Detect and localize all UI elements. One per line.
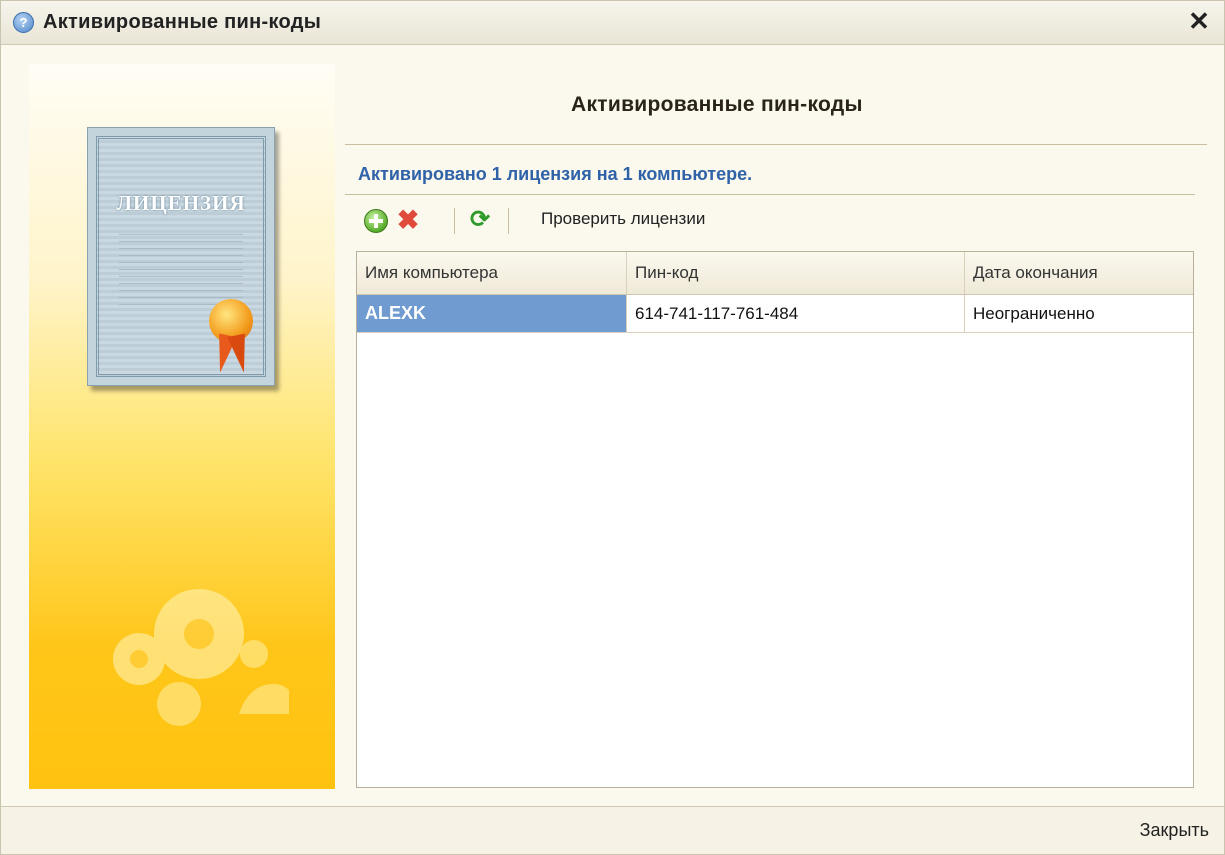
toolbar-separator: [508, 208, 509, 234]
license-certificate-image: ЛИЦЕНЗИЯ: [87, 127, 275, 386]
help-icon[interactable]: ?: [13, 12, 34, 33]
ribbon-right: [227, 333, 253, 375]
cell-computer-name[interactable]: ALEXK: [357, 295, 627, 332]
column-header-pin[interactable]: Пин-код: [627, 252, 965, 294]
add-icon[interactable]: [362, 206, 390, 234]
close-button[interactable]: Закрыть: [1140, 820, 1209, 841]
table-header: Имя компьютера Пин-код Дата окончания: [357, 252, 1193, 295]
cell-expiry-date[interactable]: Неограниченно: [965, 295, 1193, 332]
refresh-icon[interactable]: ⟳: [466, 206, 494, 234]
add-circle: [364, 209, 388, 233]
toolbar: ✖ ⟳ Проверить лицензии: [358, 204, 838, 238]
divider: [345, 144, 1207, 145]
check-licenses-button[interactable]: Проверить лицензии: [541, 209, 705, 229]
gears-illustration: [113, 589, 289, 726]
column-header-computer[interactable]: Имя компьютера: [357, 252, 627, 294]
status-message: Активировано 1 лицензия на 1 компьютере.: [358, 164, 753, 184]
close-icon[interactable]: ✕: [1184, 6, 1214, 36]
certificate-title: ЛИЦЕНЗИЯ: [116, 191, 246, 215]
cell-pin-code[interactable]: 614-741-117-761-484: [627, 295, 965, 332]
footer-bar: Закрыть: [1, 807, 1224, 854]
title-bar: ? Активированные пин-коды ✕: [1, 1, 1224, 45]
delete-icon[interactable]: ✖: [394, 206, 422, 234]
certificate-frame: ЛИЦЕНЗИЯ: [96, 136, 266, 377]
toolbar-separator: [454, 208, 455, 234]
dialog-window: ? Активированные пин-коды ✕ ЛИЦЕНЗИЯ Акт…: [0, 0, 1225, 855]
table-row[interactable]: ALEXK 614-741-117-761-484 Неограниченно: [357, 295, 1193, 333]
divider: [345, 194, 1195, 195]
pin-codes-table[interactable]: Имя компьютера Пин-код Дата окончания AL…: [356, 251, 1194, 788]
side-banner: ЛИЦЕНЗИЯ: [29, 64, 335, 789]
window-title: Активированные пин-коды: [43, 11, 322, 33]
page-title: Активированные пин-коды: [571, 93, 863, 116]
column-header-expires[interactable]: Дата окончания: [965, 252, 1193, 294]
